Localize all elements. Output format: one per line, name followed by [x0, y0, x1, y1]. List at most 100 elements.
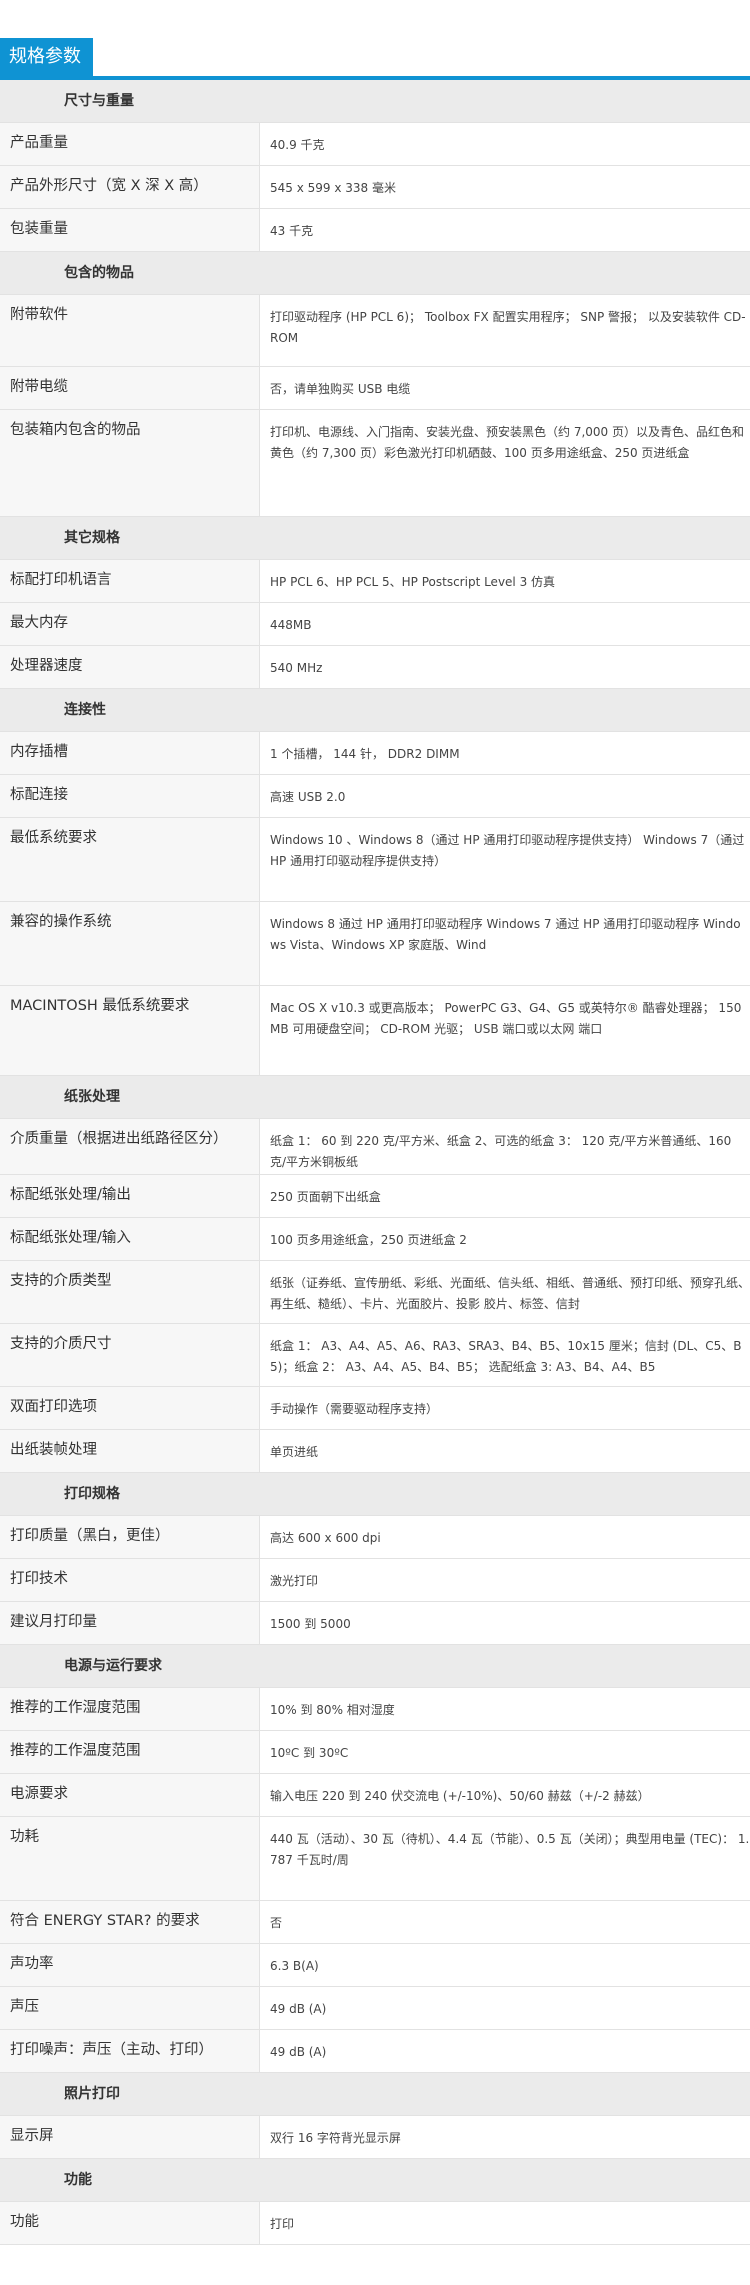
- spec-label: 打印技术: [0, 1559, 260, 1601]
- spec-row: 标配纸张处理/输入 100 页多用途纸盒，250 页进纸盒 2: [0, 1218, 750, 1261]
- section-header: 包含的物品: [0, 252, 750, 295]
- spec-label: 支持的介质尺寸: [0, 1324, 260, 1386]
- spec-value: 手动操作（需要驱动程序支持）: [270, 1402, 439, 1416]
- spec-row: 声功率 6.3 B(A): [0, 1944, 750, 1987]
- spec-label: 打印噪声：声压（主动、打印）: [0, 2030, 260, 2072]
- section-header: 纸张处理: [0, 1076, 750, 1119]
- spec-row: 出纸装帧处理 单页进纸: [0, 1430, 750, 1473]
- spec-label: 包装箱内包含的物品: [0, 410, 260, 516]
- spec-value: 高达 600 x 600 dpi: [270, 1531, 381, 1545]
- spec-row: 推荐的工作温度范围 10ºC 到 30ºC: [0, 1731, 750, 1774]
- section-header: 电源与运行要求: [0, 1645, 750, 1688]
- spec-row: 附带电缆 否，请单独购买 USB 电缆: [0, 367, 750, 410]
- spec-row: 支持的介质类型 纸张（证券纸、宣传册纸、彩纸、光面纸、信头纸、相纸、普通纸、预打印…: [0, 1261, 750, 1324]
- tab-specifications[interactable]: 规格参数: [0, 38, 93, 76]
- spec-row: 显示屏 双行 16 字符背光显示屏: [0, 2116, 750, 2159]
- spec-value: 43 千克: [270, 224, 314, 238]
- spec-label: 附带软件: [0, 295, 260, 366]
- spec-row: 标配连接 高速 USB 2.0: [0, 775, 750, 818]
- spec-row: 包装箱内包含的物品 打印机、电源线、入门指南、安装光盘、预安装黑色（约 7,000…: [0, 410, 750, 517]
- spec-value: 激光打印: [270, 1574, 319, 1588]
- spec-label: 处理器速度: [0, 646, 260, 688]
- spec-value: 否，请单独购买 USB 电缆: [270, 382, 411, 396]
- spec-value: 1500 到 5000: [270, 1617, 351, 1631]
- spec-label: 符合 ENERGY STAR? 的要求: [0, 1901, 260, 1943]
- spec-value: 纸张（证券纸、宣传册纸、彩纸、光面纸、信头纸、相纸、普通纸、预打印纸、预穿孔纸、…: [270, 1276, 750, 1311]
- spec-label: 声功率: [0, 1944, 260, 1986]
- spec-row: 双面打印选项 手动操作（需要驱动程序支持）: [0, 1387, 750, 1430]
- spec-table: 尺寸与重量 产品重量 40.9 千克 产品外形尺寸（宽 X 深 X 高） 545 x 5…: [0, 80, 750, 2245]
- spec-row: 产品重量 40.9 千克: [0, 123, 750, 166]
- spec-label: 打印质量（黑白，更佳）: [0, 1516, 260, 1558]
- spec-row: 产品外形尺寸（宽 X 深 X 高） 545 x 599 x 338 毫米: [0, 166, 750, 209]
- spec-value: HP PCL 6、HP PCL 5、HP Postscript Level 3 …: [270, 575, 556, 589]
- section-header: 打印规格: [0, 1473, 750, 1516]
- spec-row: 最低系统要求 Windows 10 、Windows 8（通过 HP 通用打印驱动…: [0, 818, 750, 902]
- spec-label: 产品外形尺寸（宽 X 深 X 高）: [0, 166, 260, 208]
- spec-value: 100 页多用途纸盒，250 页进纸盒 2: [270, 1233, 467, 1247]
- spec-row: 电源要求 输入电压 220 到 240 伏交流电 (+/-10%)、50/60 赫…: [0, 1774, 750, 1817]
- spec-value: 输入电压 220 到 240 伏交流电 (+/-10%)、50/60 赫兹（+/…: [270, 1789, 650, 1803]
- spec-label: MACINTOSH 最低系统要求: [0, 986, 260, 1075]
- spec-value: 49 dB (A): [270, 2045, 327, 2059]
- spec-label: 内存插槽: [0, 732, 260, 774]
- spec-value: 10% 到 80% 相对湿度: [270, 1703, 395, 1717]
- spec-value: 540 MHz: [270, 661, 323, 675]
- spec-row: 推荐的工作湿度范围 10% 到 80% 相对湿度: [0, 1688, 750, 1731]
- spec-label: 最低系统要求: [0, 818, 260, 901]
- spec-label: 标配连接: [0, 775, 260, 817]
- spec-value: 1 个插槽， 144 针， DDR2 DIMM: [270, 747, 460, 761]
- spec-label: 功能: [0, 2202, 260, 2244]
- spec-row: 声压 49 dB (A): [0, 1987, 750, 2030]
- spec-tab-bar: 规格参数: [0, 38, 750, 80]
- spec-value: 250 页面朝下出纸盒: [270, 1190, 381, 1204]
- spec-value: 545 x 599 x 338 毫米: [270, 181, 396, 195]
- spec-row: MACINTOSH 最低系统要求 Mac OS X v10.3 或更高版本； Po…: [0, 986, 750, 1076]
- spec-label: 介质重量（根据进出纸路径区分）: [0, 1119, 260, 1174]
- spec-row: 标配纸张处理/输出 250 页面朝下出纸盒: [0, 1175, 750, 1218]
- spec-value: Windows 8 通过 HP 通用打印驱动程序 Windows 7 通过 HP…: [270, 917, 741, 952]
- spec-label: 推荐的工作温度范围: [0, 1731, 260, 1773]
- spec-label: 兼容的操作系统: [0, 902, 260, 985]
- spec-row: 标配打印机语言 HP PCL 6、HP PCL 5、HP Postscript L…: [0, 560, 750, 603]
- spec-value: Mac OS X v10.3 或更高版本； PowerPC G3、G4、G5 或…: [270, 1001, 742, 1036]
- spec-label: 建议月打印量: [0, 1602, 260, 1644]
- section-header: 尺寸与重量: [0, 80, 750, 123]
- spec-label: 最大内存: [0, 603, 260, 645]
- spec-value: 单页进纸: [270, 1445, 319, 1459]
- spec-value: 6.3 B(A): [270, 1959, 319, 1973]
- spec-row: 功耗 440 瓦（活动）、30 瓦（待机）、4.4 瓦（节能）、0.5 瓦（关闭）…: [0, 1817, 750, 1901]
- spec-label: 声压: [0, 1987, 260, 2029]
- spec-row: 建议月打印量 1500 到 5000: [0, 1602, 750, 1645]
- spec-label: 标配打印机语言: [0, 560, 260, 602]
- spec-value: 打印驱动程序 (HP PCL 6)； Toolbox FX 配置实用程序； SN…: [270, 310, 746, 345]
- spec-row: 功能 打印: [0, 2202, 750, 2245]
- spec-label: 支持的介质类型: [0, 1261, 260, 1323]
- spec-value: 40.9 千克: [270, 138, 325, 152]
- spec-value: 纸盒 1： A3、A4、A5、A6、RA3、SRA3、B4、B5、10x15 厘…: [270, 1339, 742, 1374]
- section-header: 连接性: [0, 689, 750, 732]
- spec-value: 49 dB (A): [270, 2002, 327, 2016]
- spec-label: 包装重量: [0, 209, 260, 251]
- spec-value: 否: [270, 1916, 283, 1930]
- spec-label: 附带电缆: [0, 367, 260, 409]
- section-header: 其它规格: [0, 517, 750, 560]
- spec-row: 内存插槽 1 个插槽， 144 针， DDR2 DIMM: [0, 732, 750, 775]
- spec-row: 介质重量（根据进出纸路径区分） 纸盒 1： 60 到 220 克/平方米、纸盒 2…: [0, 1119, 750, 1175]
- spec-label: 双面打印选项: [0, 1387, 260, 1429]
- spec-row: 兼容的操作系统 Windows 8 通过 HP 通用打印驱动程序 Windows …: [0, 902, 750, 986]
- spec-row: 打印噪声：声压（主动、打印） 49 dB (A): [0, 2030, 750, 2073]
- spec-label: 产品重量: [0, 123, 260, 165]
- spec-value: Windows 10 、Windows 8（通过 HP 通用打印驱动程序提供支持…: [270, 833, 745, 868]
- spec-value: 纸盒 1： 60 到 220 克/平方米、纸盒 2、可选的纸盒 3： 120 克…: [270, 1134, 732, 1169]
- spec-value: 10ºC 到 30ºC: [270, 1746, 349, 1760]
- spec-label: 推荐的工作湿度范围: [0, 1688, 260, 1730]
- spec-label: 功耗: [0, 1817, 260, 1900]
- spec-label: 显示屏: [0, 2116, 260, 2158]
- spec-label: 标配纸张处理/输入: [0, 1218, 260, 1260]
- spec-label: 电源要求: [0, 1774, 260, 1816]
- spec-label: 标配纸张处理/输出: [0, 1175, 260, 1217]
- spec-row: 支持的介质尺寸 纸盒 1： A3、A4、A5、A6、RA3、SRA3、B4、B5、…: [0, 1324, 750, 1387]
- spec-value: 打印机、电源线、入门指南、安装光盘、预安装黑色（约 7,000 页）以及青色、品…: [270, 425, 744, 460]
- spec-row: 附带软件 打印驱动程序 (HP PCL 6)； Toolbox FX 配置实用程序…: [0, 295, 750, 367]
